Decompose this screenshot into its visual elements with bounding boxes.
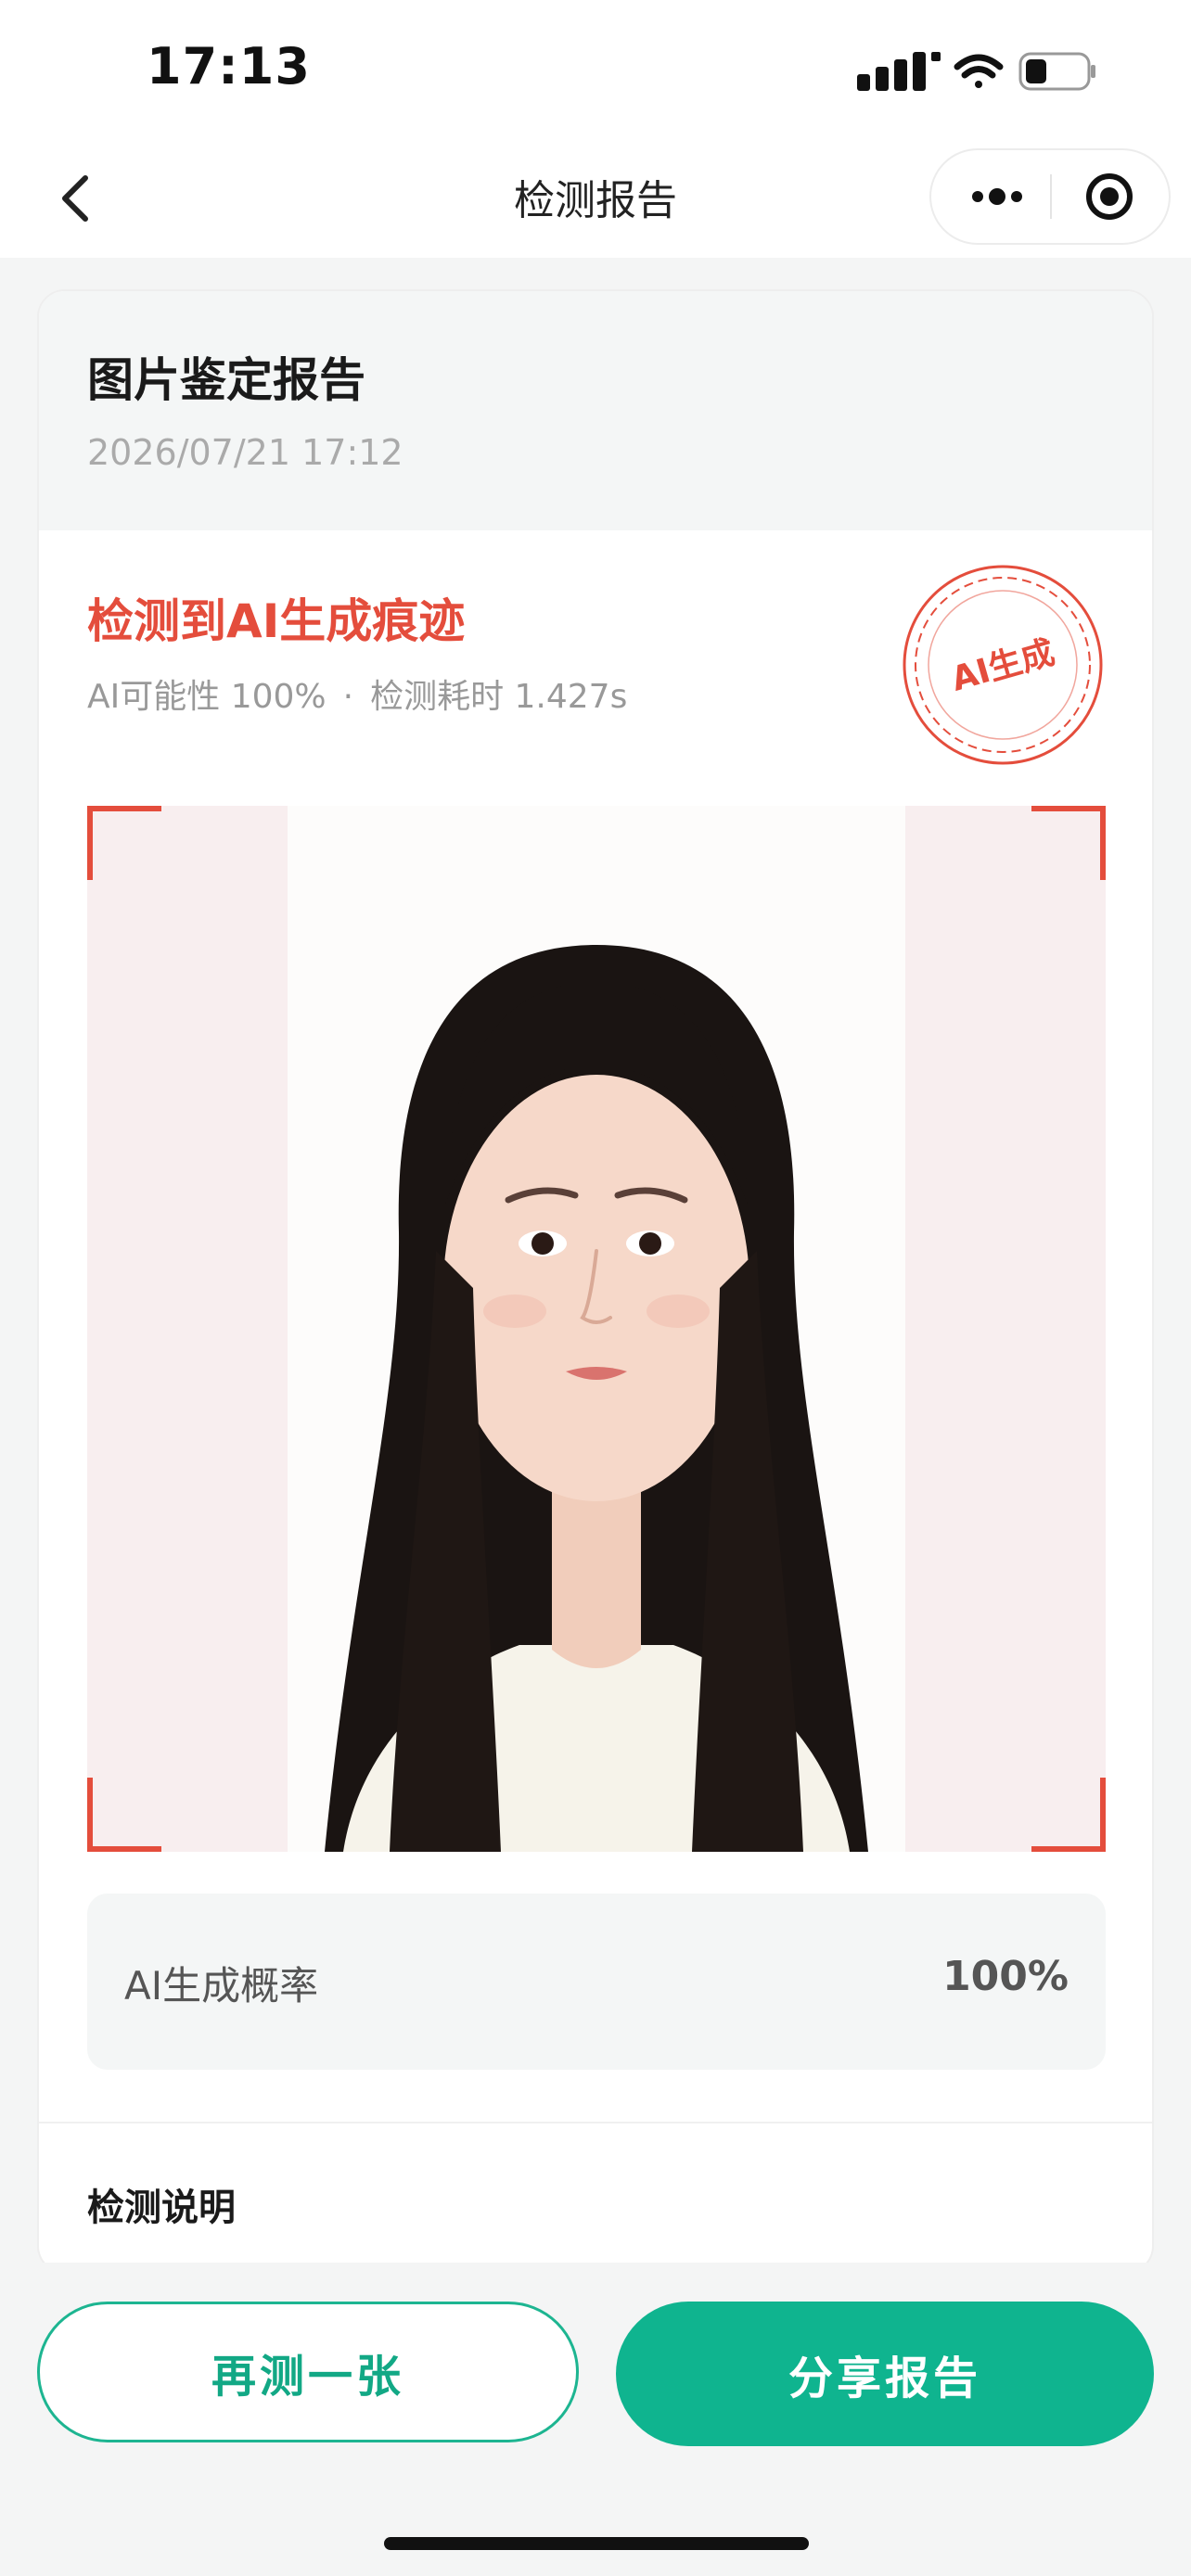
wifi-icon: [954, 54, 1004, 88]
status-time: 17:13: [147, 37, 311, 96]
meta-separator: ·: [342, 678, 354, 716]
section-title: 检测说明: [87, 2187, 236, 2229]
section-divider: [39, 2122, 1152, 2123]
report-header: 图片鉴定报告 2026/07/21 17:12: [39, 291, 1152, 530]
share-report-button[interactable]: 分享报告: [616, 2302, 1154, 2446]
status-bar: 17:13: [0, 0, 1191, 139]
analyzed-photo: [288, 806, 905, 1852]
ai-stamp: AI生成: [900, 562, 1106, 768]
stamp-text: AI生成: [947, 633, 1058, 699]
corner-mark-bottom-left: [87, 1778, 161, 1852]
target-icon[interactable]: [1083, 171, 1135, 223]
result-title: 检测到AI生成痕迹: [87, 594, 466, 648]
report-title: 图片鉴定报告: [87, 353, 365, 407]
probability-box: AI生成概率 100%: [87, 1894, 1106, 2070]
result-meta: AI可能性 100% · 检测耗时 1.427s: [87, 670, 627, 718]
photo-frame: [87, 806, 1106, 1852]
probability-label: AI生成概率: [124, 1963, 319, 2009]
status-icons: [857, 46, 1098, 102]
corner-mark-bottom-right: [1031, 1778, 1106, 1852]
capsule-divider: [1050, 174, 1052, 219]
retry-button[interactable]: 再测一张: [37, 2302, 579, 2442]
report-date: 2026/07/21 17:12: [87, 432, 403, 473]
ai-probability-text: AI可能性 100%: [87, 678, 327, 716]
signal-icon: [857, 52, 941, 91]
nav-bar: 检测报告: [0, 139, 1191, 258]
corner-mark-top-left: [87, 806, 161, 880]
duration-text: 检测耗时 1.427s: [370, 678, 628, 716]
capsule-menu: [929, 148, 1171, 245]
probability-value: 100%: [942, 1953, 1069, 2000]
home-indicator[interactable]: [384, 2537, 809, 2550]
bottom-action-bar: 再测一张 分享报告: [0, 2263, 1191, 2576]
more-icon[interactable]: [959, 174, 1035, 219]
report-card: 图片鉴定报告 2026/07/21 17:12 检测到AI生成痕迹 AI可能性 …: [37, 289, 1154, 2274]
corner-mark-top-right: [1031, 806, 1106, 880]
battery-icon: [1018, 52, 1095, 91]
